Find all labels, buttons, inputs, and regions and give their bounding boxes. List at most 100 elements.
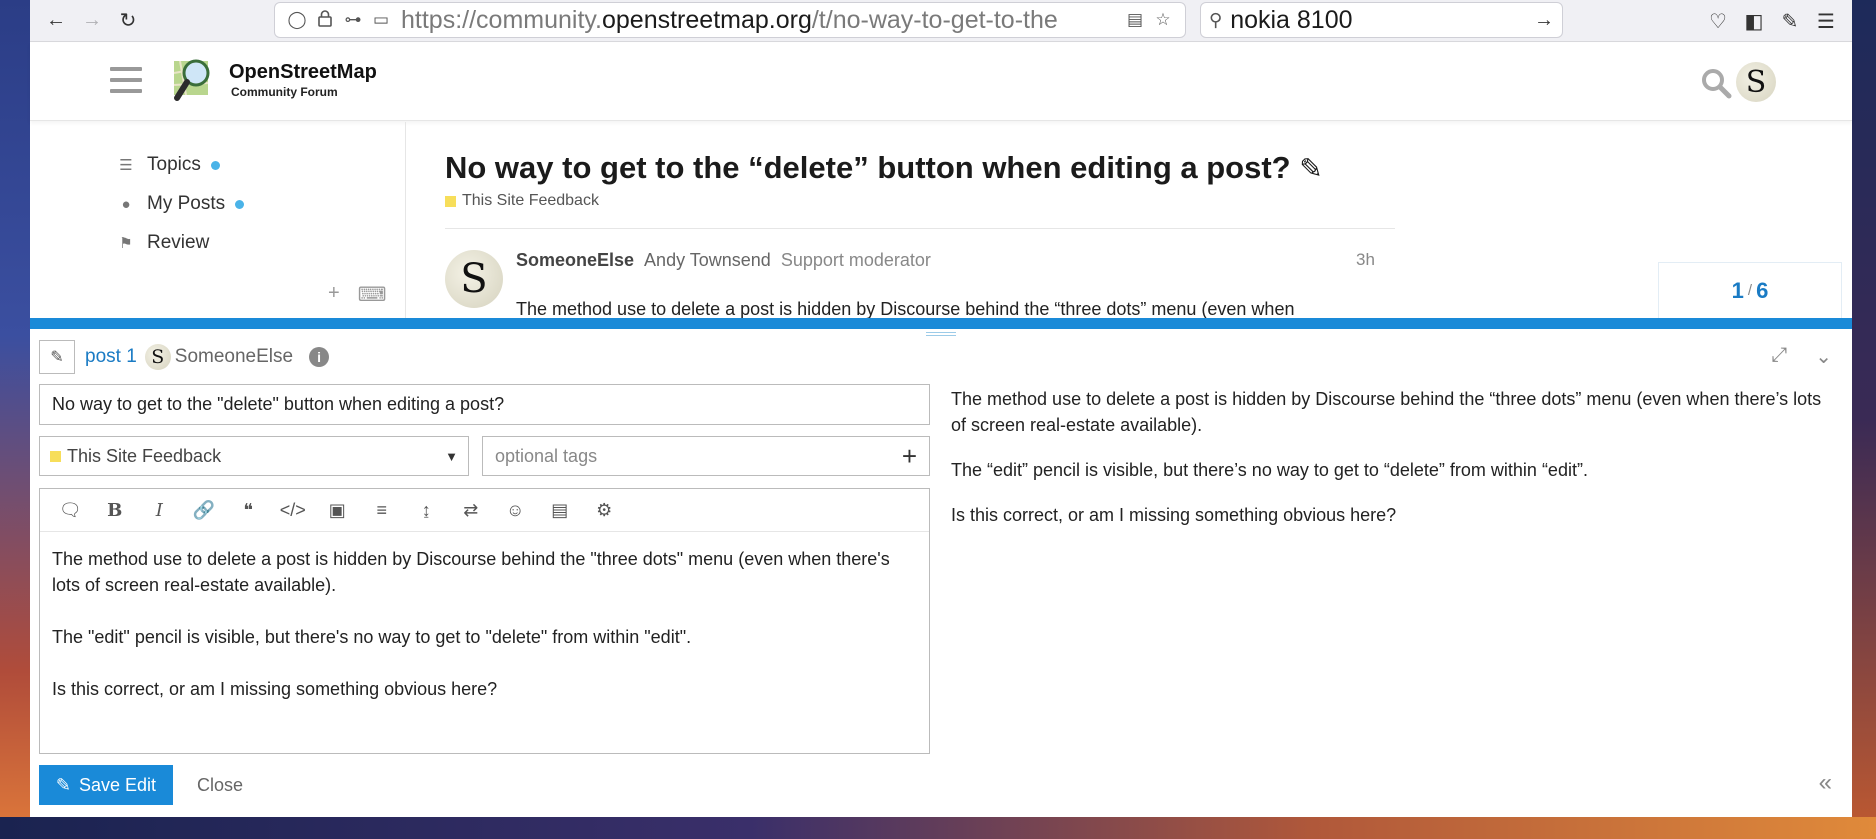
composer-post-link[interactable]: post 1 [85,346,137,368]
save-edit-label: Save Edit [79,774,157,795]
edit-pencil-icon[interactable]: ✎ [1299,153,1322,184]
sidebar-footer: + ⌨ [328,282,387,307]
user-avatar[interactable]: S [1736,62,1776,102]
lock-icon[interactable] [311,9,339,32]
plus-icon[interactable]: + [902,441,917,472]
timeline-slash: / [1747,282,1753,299]
sidebar-item-label: Review [147,232,210,253]
search-bar[interactable]: ⚲ nokia 8100 → [1200,2,1563,38]
bullet-list-icon[interactable]: ≡ [360,500,405,521]
info-icon[interactable]: i [309,347,330,367]
edit-action-icon[interactable]: ✎ [39,340,75,374]
address-bar[interactable]: ◯ ⊶ ▭ https://community.openstreetmap.or… [274,2,1186,38]
user-icon: ● [121,195,131,213]
chevron-down-icon[interactable]: ⌄ [1815,344,1832,369]
desktop-background-left [0,0,30,839]
browser-window: ← → ↻ ◯ ⊶ ▭ https://community.openstreet… [30,0,1852,817]
site-subtitle: Community Forum [231,85,338,99]
title-input[interactable]: No way to get to the "delete" button whe… [39,384,930,425]
tags-input[interactable]: optional tags + [482,436,930,476]
calendar-icon[interactable]: ▤ [538,500,583,521]
preview-paragraph: Is this correct, or am I missing somethi… [951,505,1397,525]
bold-icon[interactable]: B [93,500,138,521]
gear-icon[interactable]: ⚙ [582,500,627,521]
plus-icon[interactable]: + [328,282,340,307]
post-username[interactable]: SomeoneElse [516,250,634,271]
browser-toolbar-right: ♡ ◧ ✎ ☰ [1700,3,1844,39]
topic-title: No way to get to the “delete” button whe… [445,150,1323,186]
italic-icon[interactable]: I [137,500,182,521]
save-edit-button[interactable]: ✎ Save Edit [39,765,173,805]
link-icon[interactable]: 🔗 [182,500,227,521]
keyboard-icon[interactable]: ⌨ [358,282,387,307]
code-icon[interactable]: </> [271,500,316,521]
timeline-current: 1 [1731,277,1744,303]
openstreetmap-logo[interactable] [170,53,220,103]
post-avatar[interactable]: S [445,250,503,308]
collapse-preview-icon[interactable]: « [1819,769,1832,797]
sidebar-item-topics[interactable]: ☰ Topics [115,154,220,176]
close-button[interactable]: Close [197,775,243,796]
forum-header: OpenStreetMap Community Forum S [30,43,1852,121]
divider [445,228,1395,229]
editor-textarea[interactable]: The method use to delete a post is hidde… [40,532,929,742]
post-full-name[interactable]: Andy Townsend [644,250,771,271]
emoji-icon[interactable]: ☺ [493,500,538,521]
desktop-background-bottom [0,817,1876,839]
composer-controls: ⤢ ⌄ [1771,344,1832,369]
blockquote-icon[interactable]: ❝ [226,500,271,521]
post-time[interactable]: 3h [1356,250,1375,270]
topic-timeline[interactable]: 1 / 6 [1658,262,1842,318]
url-host: openstreetmap.org [602,5,812,34]
bookmark-star-icon[interactable]: ☆ [1149,10,1177,30]
preview-paragraph: The method use to delete a post is hidde… [951,389,1822,435]
forward-icon[interactable]: → [74,3,110,39]
site-title[interactable]: OpenStreetMap [229,61,377,84]
layers-icon: ☰ [119,157,133,174]
category-select-value: This Site Feedback [67,445,222,466]
image-upload-icon[interactable]: ▣ [315,500,360,521]
reader-view-icon[interactable]: ▤ [1121,10,1149,30]
category-select[interactable]: This Site Feedback ▼ [39,436,469,476]
url-path: /t/no-way-to-get-to-the [811,5,1058,34]
pocket-icon[interactable]: ♡ [1700,3,1736,39]
category-color-badge [445,195,456,207]
unread-dot [210,160,220,170]
sidebar-item-my-posts[interactable]: ● My Posts [115,193,245,215]
toggle-direction-icon[interactable]: ⇄ [449,500,494,521]
shield-icon[interactable]: ◯ [283,10,311,30]
numbered-list-icon[interactable]: ↨ [404,500,449,521]
post-user-title: Support moderator [780,250,931,270]
menu-icon[interactable]: ☰ [1808,3,1844,39]
reload-icon[interactable]: ↻ [110,3,146,39]
image-blocked-icon[interactable]: ◧ [1736,3,1772,39]
search-bar-text[interactable]: nokia 8100 [1230,6,1534,35]
editor-paragraph: The "edit" pencil is visible, but there'… [52,627,692,647]
desktop-background-right [1852,0,1876,839]
search-icon[interactable] [1700,67,1732,99]
pencil-icon: ✎ [55,774,72,795]
composer-avatar: S [144,344,171,370]
quote-reply-icon[interactable]: 🗨 [48,500,93,521]
composer-preview: The method use to delete a post is hidde… [951,386,1837,547]
post-body-peek: The method use to delete a post is hidde… [516,299,1295,319]
extensions-icon[interactable]: ✎ [1772,3,1808,39]
composer-username: SomeoneElse [174,346,294,367]
preview-paragraph: The “edit” pencil is visible, but there’… [951,460,1588,480]
sidebar-item-review[interactable]: ⚑ Review [115,232,209,254]
topic-category[interactable]: This Site Feedback [445,192,599,210]
composer-resize-grip[interactable] [926,332,956,336]
composer: ✎ post 1 S SomeoneElse i ⤢ ⌄ No way to g… [30,318,1852,817]
back-icon[interactable]: ← [38,3,74,39]
flag-icon: ⚑ [119,235,133,252]
search-go-icon[interactable]: → [1534,9,1554,32]
camera-blocked-icon[interactable]: ▭ [367,10,395,30]
sidebar-item-label: My Posts [147,193,226,214]
topic-title-text: No way to get to the “delete” button whe… [445,150,1291,185]
hamburger-menu-icon[interactable] [110,67,142,93]
fullscreen-icon[interactable]: ⤢ [1771,344,1787,369]
url-text[interactable]: https://community.openstreetmap.org/t/no… [401,6,1121,35]
post-meta: SomeoneElse Andy Townsend Support modera… [516,250,931,271]
permissions-icon[interactable]: ⊶ [339,10,367,30]
search-engine-icon: ⚲ [1209,9,1223,30]
